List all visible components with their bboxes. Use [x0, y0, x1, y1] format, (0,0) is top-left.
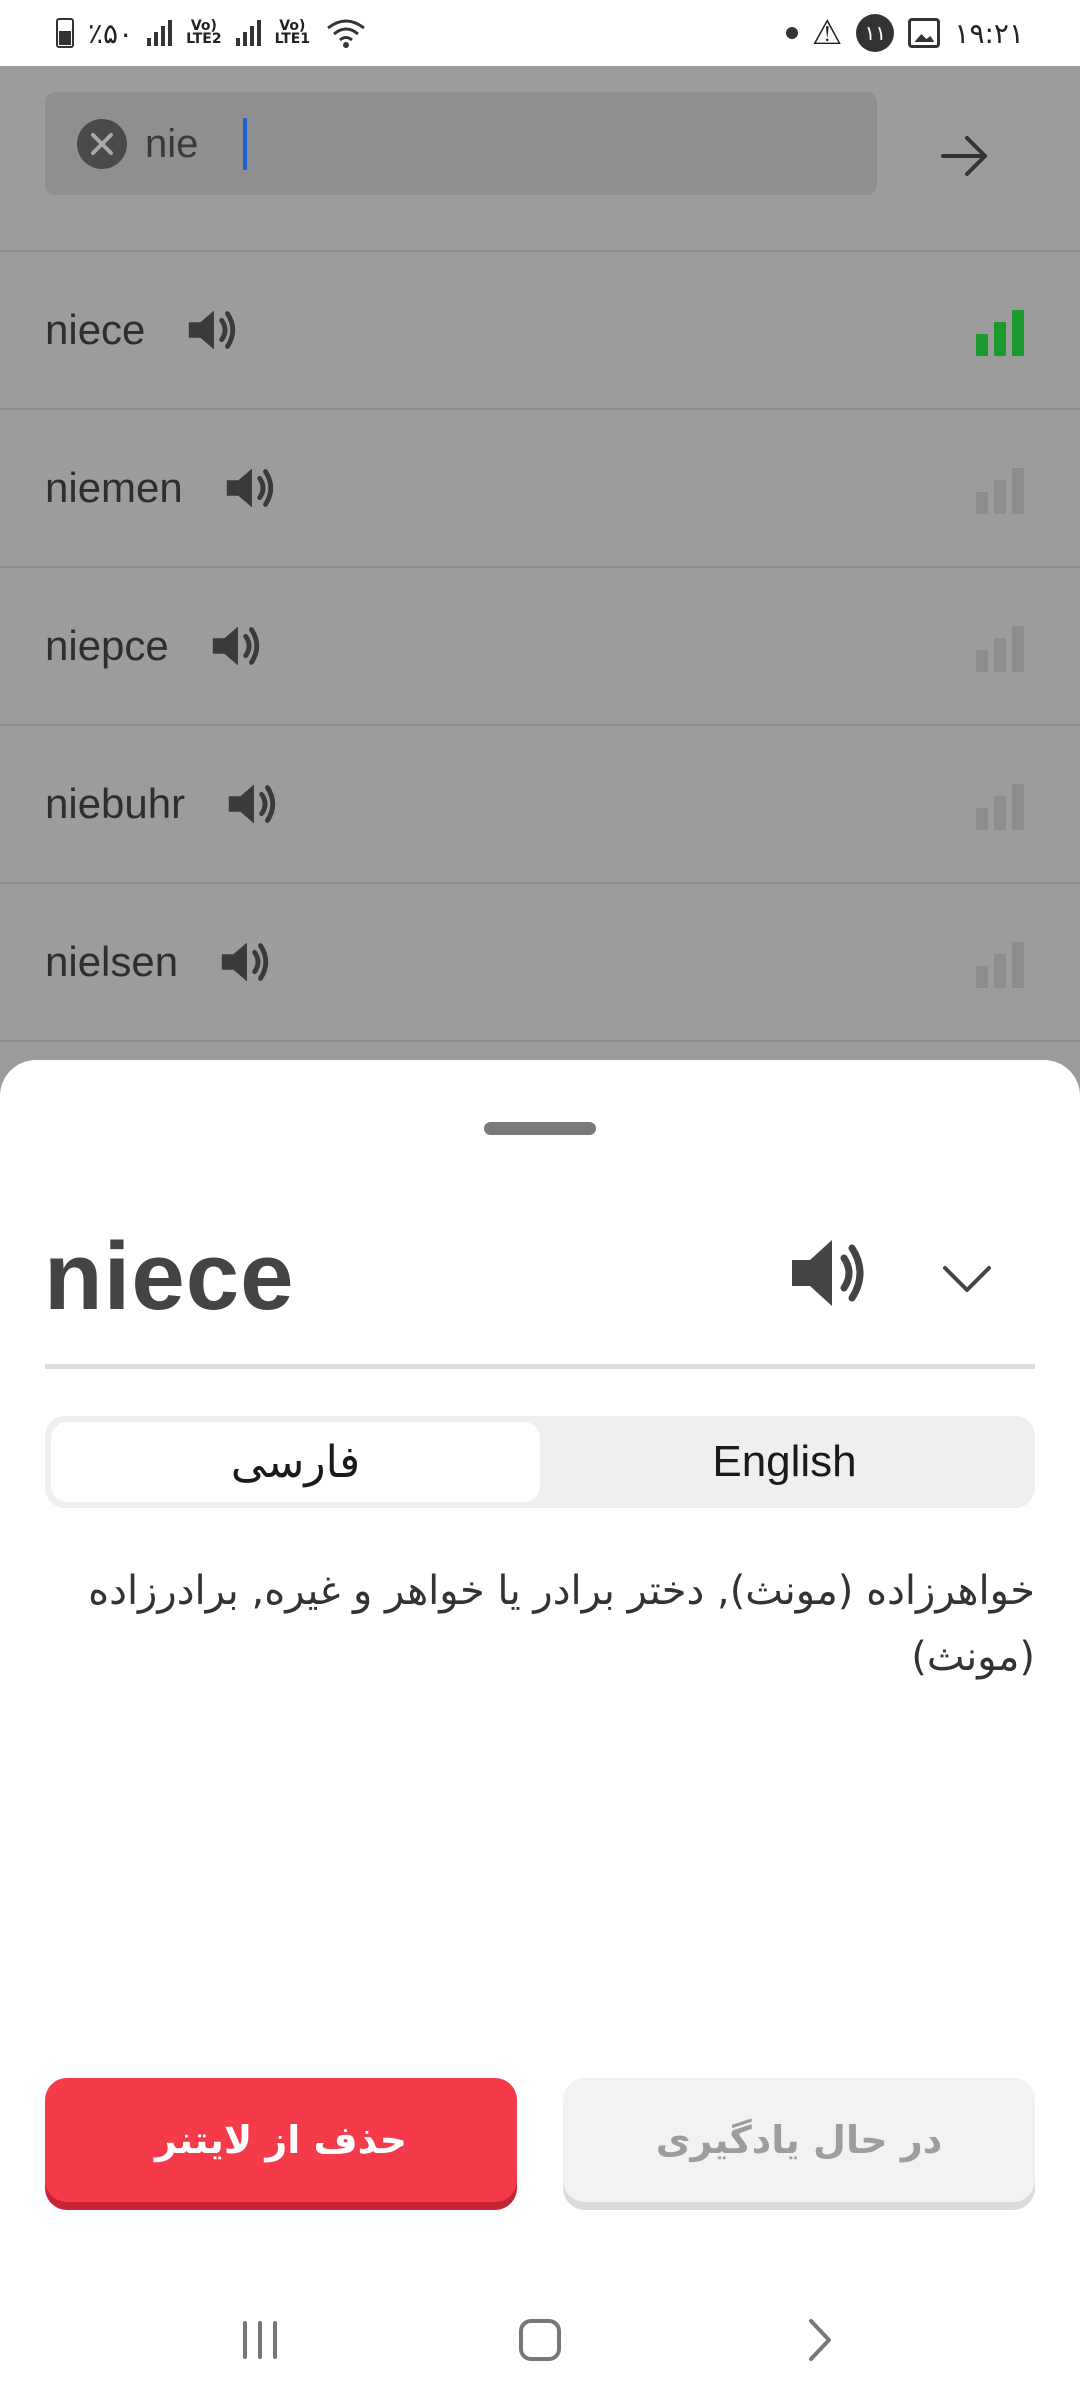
speaker-icon[interactable]	[223, 775, 281, 833]
back-button[interactable]	[780, 2310, 860, 2370]
status-bar: ٪۵۰ Vo) LTE2 Vo) LTE1 ⚠ ۱۱ ۱۹:۲۱	[0, 0, 1080, 66]
suggestion-row[interactable]: niemen	[0, 410, 1080, 568]
level-bars-icon	[976, 784, 1028, 830]
chevron-right-icon	[809, 2319, 831, 2361]
clock: ۱۹:۲۱	[954, 16, 1024, 50]
notification-dot	[785, 27, 798, 39]
network-type-1: Vo) LTE1	[274, 18, 311, 47]
battery-icon	[56, 18, 74, 48]
arrow-right-icon	[941, 136, 987, 176]
home-icon	[519, 2319, 561, 2361]
suggestion-word: niepce	[45, 622, 169, 669]
suggestion-word: niemen	[45, 464, 183, 511]
level-bars-icon	[976, 942, 1028, 988]
network-type-2: Vo) LTE2	[186, 18, 222, 47]
speaker-icon[interactable]	[183, 301, 241, 359]
speaker-icon[interactable]	[221, 459, 279, 517]
remove-from-leitner-button[interactable]: حذف از لایتنر	[45, 2078, 517, 2202]
tab-english[interactable]: English	[540, 1422, 1029, 1502]
suggestion-word: niebuhr	[45, 780, 186, 827]
search-input[interactable]	[145, 114, 845, 174]
chevron-down-icon[interactable]	[937, 1250, 997, 1310]
battery-percent: ٪۵۰	[88, 16, 134, 50]
warning-icon: ⚠	[811, 13, 843, 53]
divider	[45, 1364, 1035, 1369]
suggestion-row[interactable]: niece	[0, 252, 1080, 410]
suggestion-row[interactable]: niebuhr	[0, 726, 1080, 884]
gallery-icon	[908, 18, 941, 48]
tab-persian[interactable]: فارسی	[51, 1422, 540, 1502]
wifi-icon	[327, 19, 365, 48]
text-caret	[243, 118, 247, 170]
headword: niece	[44, 1223, 295, 1330]
suggestion-word: niece	[45, 306, 146, 353]
level-bars-icon	[976, 626, 1028, 672]
suggestion-row[interactable]: niepce	[0, 568, 1080, 726]
status-right: ⚠ ۱۱ ۱۹:۲۱	[785, 13, 1024, 53]
speaker-icon[interactable]	[207, 617, 265, 675]
speaker-icon[interactable]	[216, 933, 274, 991]
home-button[interactable]	[500, 2310, 580, 2370]
search-box[interactable]	[45, 92, 877, 195]
status-left: ٪۵۰ Vo) LTE2 Vo) LTE1	[56, 16, 368, 50]
clear-search-button[interactable]	[77, 119, 127, 169]
notification-count-badge: ۱۱	[856, 14, 895, 52]
signal-icon	[147, 20, 173, 46]
definition-text: خواهرزاده (مونث), دختر برادر یا خواهر و …	[88, 1568, 1035, 1680]
search-go-button[interactable]	[935, 126, 995, 186]
word-detail-sheet: niece فارسی English خواهرزاده (مونث), دخ…	[0, 1060, 1080, 2408]
search-header	[0, 66, 1080, 252]
learning-status-button[interactable]: در حال یادگیری	[563, 2078, 1035, 2202]
suggestion-list: niece niemen niepce niebuhr nielsen	[0, 252, 1080, 1042]
suggestion-row[interactable]: nielsen	[0, 884, 1080, 1042]
level-bars-icon	[976, 310, 1028, 356]
drag-handle[interactable]	[484, 1122, 596, 1135]
recent-apps-button[interactable]	[220, 2310, 300, 2370]
suggestion-word: nielsen	[45, 938, 179, 985]
signal-icon	[235, 20, 261, 46]
speaker-icon[interactable]	[788, 1228, 878, 1318]
close-icon	[91, 133, 113, 155]
system-nav-bar	[0, 2290, 1080, 2390]
level-bars-icon	[976, 468, 1028, 514]
recents-icon	[243, 2321, 277, 2359]
language-tabs: فارسی English	[45, 1416, 1035, 1508]
